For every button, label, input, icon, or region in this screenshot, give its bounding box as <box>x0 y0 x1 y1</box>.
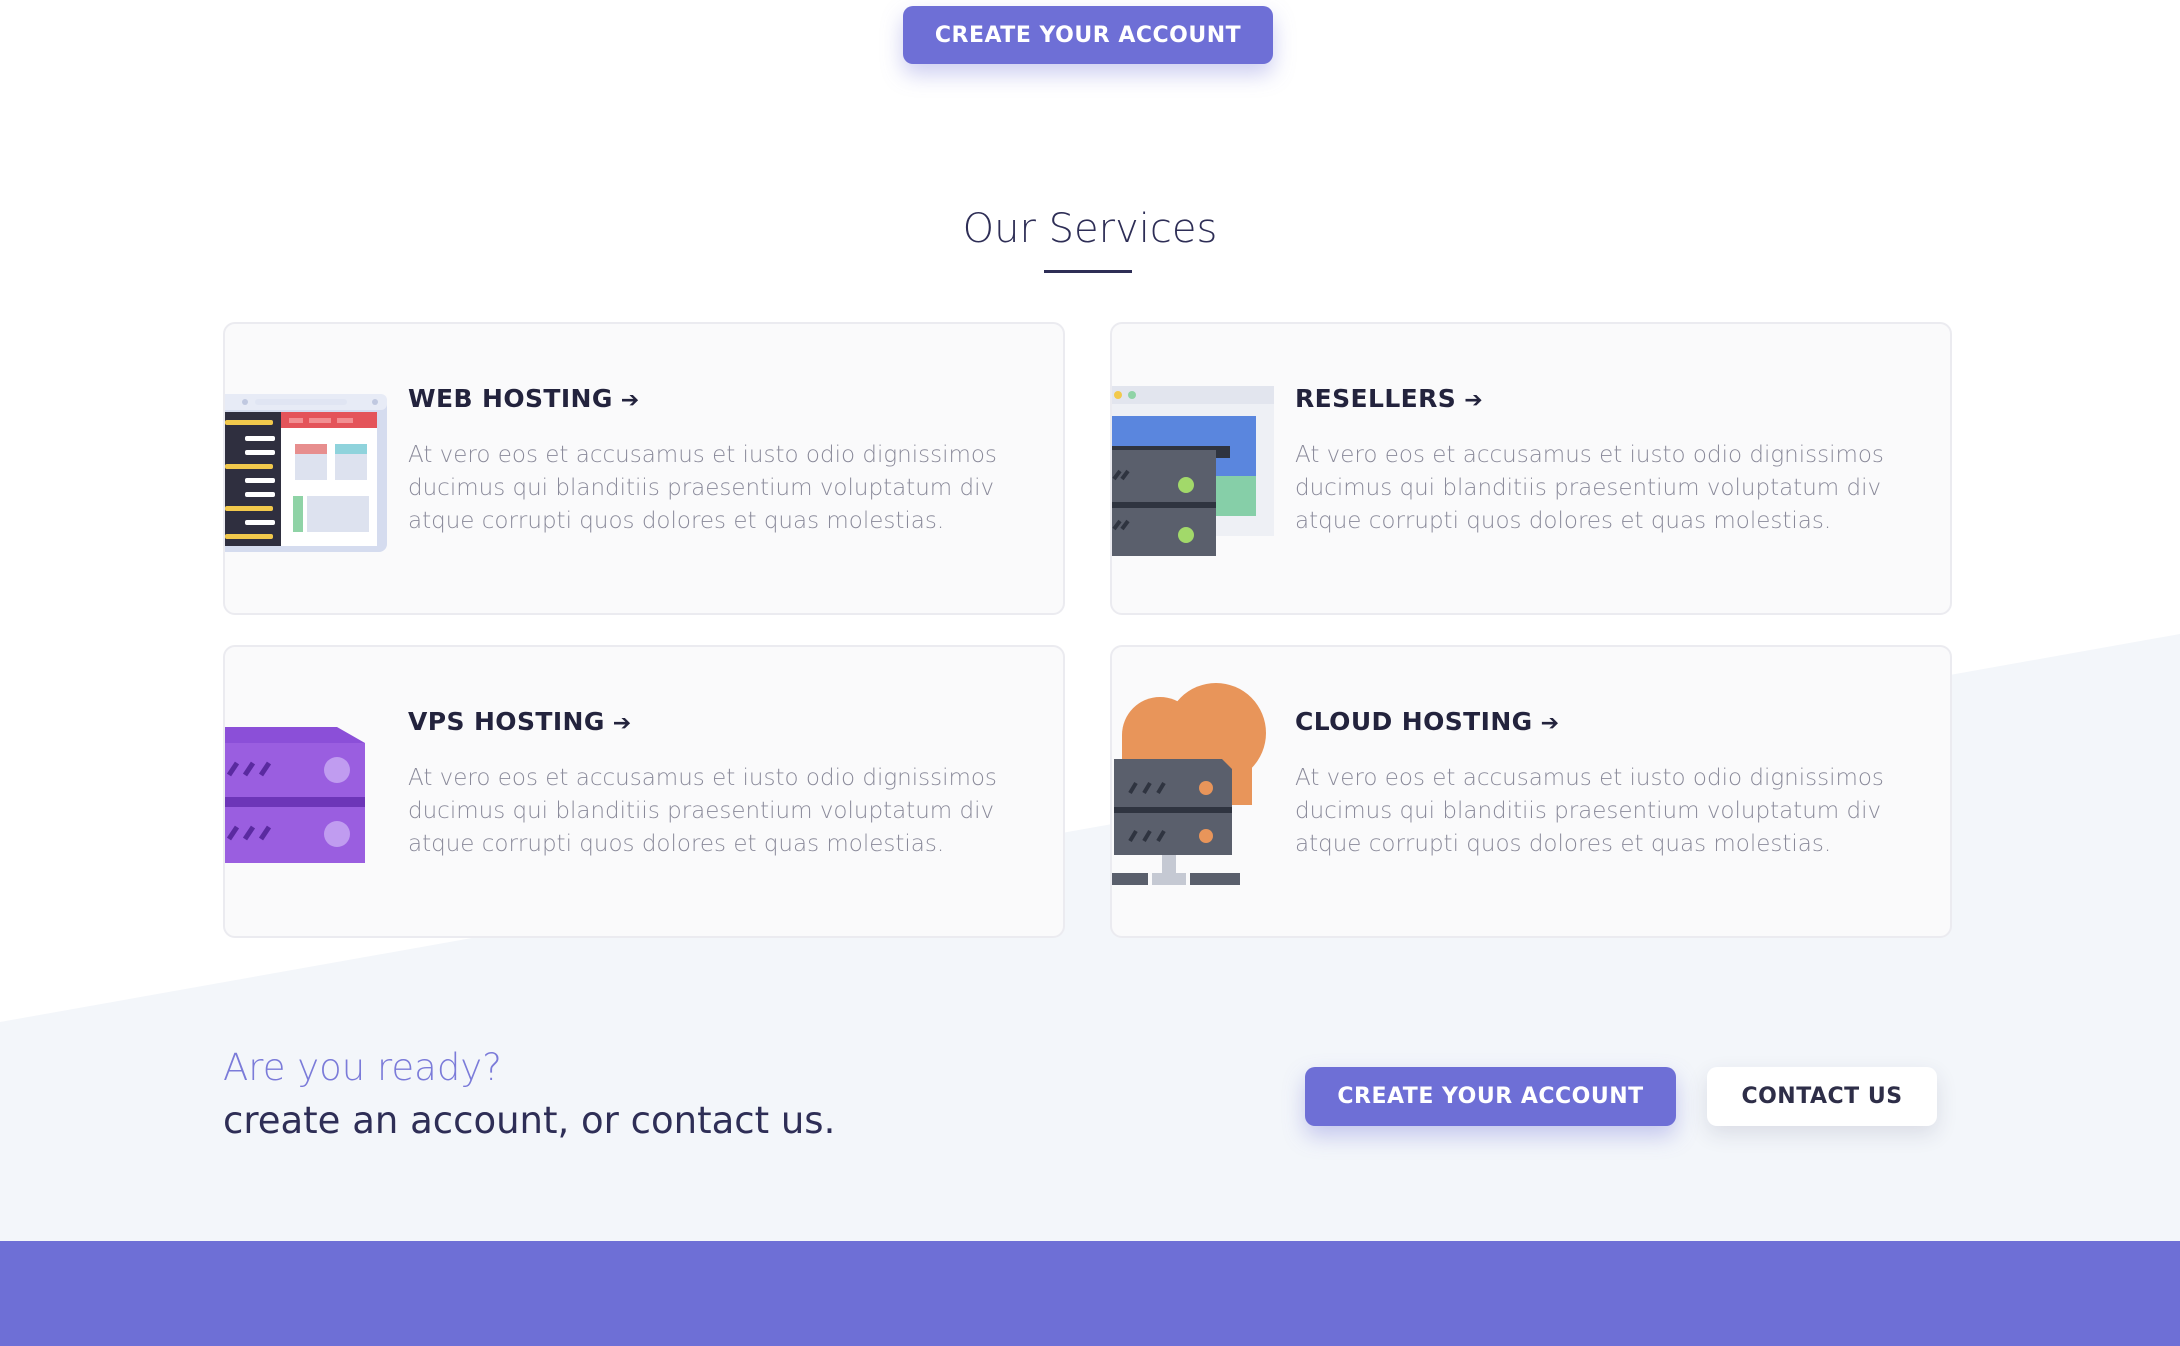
cta-subheadline: create an account, or contact us. <box>223 1099 836 1142</box>
create-account-button[interactable]: CREATE YOUR ACCOUNT <box>1305 1067 1676 1126</box>
arrow-right-icon: ➔ <box>612 711 632 736</box>
service-heading-vps-hosting[interactable]: VPS HOSTING ➔ <box>408 707 632 736</box>
footer-band <box>0 1241 2180 1346</box>
title-underline <box>1044 270 1132 273</box>
section-title: Our Services <box>962 206 1218 252</box>
service-description: At vero eos et accusamus et iusto odio d… <box>1295 442 1884 534</box>
cta-headline: Are you ready? <box>223 1046 502 1089</box>
vps-server-icon <box>225 727 365 863</box>
service-heading-label: CLOUD HOSTING <box>1295 707 1533 736</box>
service-heading-label: WEB HOSTING <box>408 384 613 413</box>
service-card-web-hosting[interactable]: WEB HOSTING ➔ At vero eos et accusamus et… <box>223 322 1065 615</box>
service-description: At vero eos et accusamus et iusto odio d… <box>1295 765 1884 857</box>
contact-us-button[interactable]: CONTACT US <box>1707 1067 1937 1126</box>
cloud-server-icon <box>1112 683 1266 885</box>
web-hosting-browser-icon <box>225 394 387 552</box>
service-heading-cloud-hosting[interactable]: CLOUD HOSTING ➔ <box>1295 707 1559 736</box>
service-heading-label: RESELLERS <box>1295 384 1457 413</box>
arrow-right-icon: ➔ <box>1464 388 1484 413</box>
arrow-right-icon: ➔ <box>620 388 640 413</box>
create-account-button-top[interactable]: CREATE YOUR ACCOUNT <box>903 6 1273 64</box>
service-card-cloud-hosting[interactable]: CLOUD HOSTING ➔ At vero eos et accusamus … <box>1110 645 1952 938</box>
service-card-resellers[interactable]: RESELLERS ➔ At vero eos et accusamus et i… <box>1110 322 1952 615</box>
arrow-right-icon: ➔ <box>1540 711 1560 736</box>
service-description: At vero eos et accusamus et iusto odio d… <box>408 442 997 534</box>
service-card-vps-hosting[interactable]: VPS HOSTING ➔ At vero eos et accusamus et… <box>223 645 1065 938</box>
service-heading-resellers[interactable]: RESELLERS ➔ <box>1295 384 1483 413</box>
service-description: At vero eos et accusamus et iusto odio d… <box>408 765 997 857</box>
service-heading-label: VPS HOSTING <box>408 707 605 736</box>
resellers-server-icon <box>1112 386 1274 556</box>
service-heading-web-hosting[interactable]: WEB HOSTING ➔ <box>408 384 640 413</box>
